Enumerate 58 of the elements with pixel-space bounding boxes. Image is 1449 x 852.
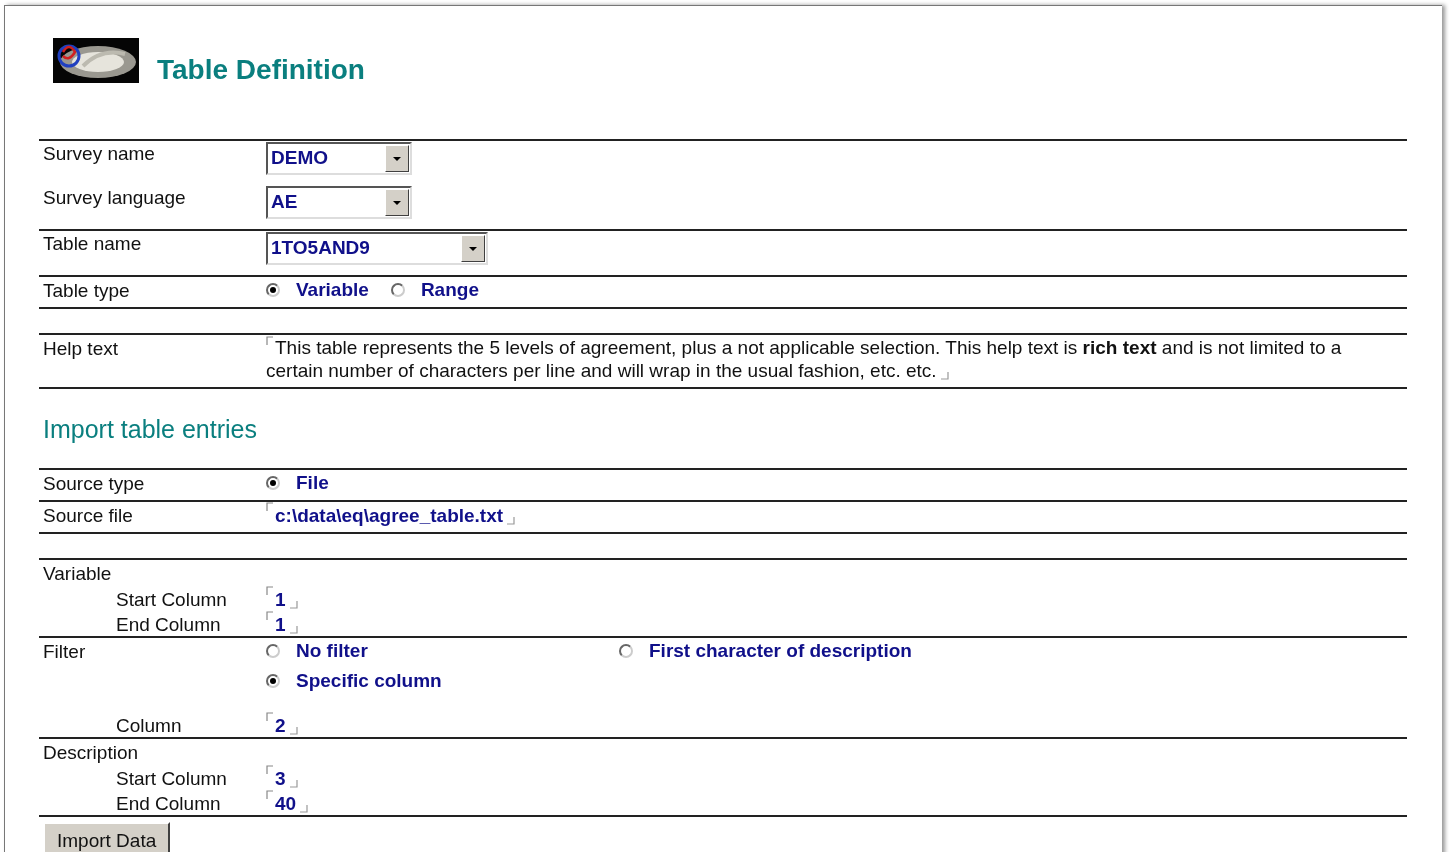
caret-icon [393,200,401,205]
field-end-icon [289,601,298,609]
radio-option[interactable]: Range [390,279,479,301]
field-start-icon [266,790,273,799]
field-label: Description [42,741,140,764]
radio-option[interactable]: Variable [266,279,369,301]
field-start-icon [266,502,273,511]
page-title: Table Definition [157,54,365,86]
help-text: This table represents the 5 levels of agreement, plus a not applicable selection. This help text is rich text and is not limited to a certain number of characters per line and will wrap in the usual fashion, etc. etc. [266,335,1343,383]
radio-button[interactable] [619,644,633,658]
field-value[interactable]: c:\data\eq\agree_table.txt [275,502,504,527]
field-start-icon [266,336,273,345]
section-heading: Import table entries [43,415,258,444]
field-label: End Column [115,792,222,815]
field-end-icon [289,626,298,634]
caret-icon [393,156,401,161]
radio-option[interactable]: No filter [266,640,619,662]
field-value[interactable]: 40 [275,790,297,815]
radio-button[interactable] [266,476,280,490]
field-label: Survey language [42,186,187,209]
field-label: Variable [42,562,113,585]
radio-option[interactable]: First character of description [619,640,1407,662]
field-label: Table name [42,232,143,255]
import-data-button[interactable]: Import Data [43,822,171,852]
field-start-icon [266,712,273,721]
field-end-icon [507,517,516,525]
field-value[interactable]: 1 [275,611,286,636]
radio-button[interactable] [266,644,280,658]
dropdown[interactable]: DEMO [266,142,412,175]
radio-option[interactable]: Specific column [266,670,619,692]
field-label: End Column [115,613,222,636]
field-value[interactable]: 3 [275,765,286,790]
logo-icon [53,38,139,83]
field-end-icon [940,372,949,380]
field-label: Filter [42,640,87,663]
field-end-icon [289,780,298,788]
caret-icon [469,246,477,251]
field-label: Help text [42,337,119,360]
radio-button[interactable] [266,674,280,688]
field-start-icon [266,586,273,595]
field-label: Start Column [115,767,228,790]
field-label: Start Column [115,588,228,611]
field-label: Column [115,714,183,737]
field-label: Survey name [42,142,156,165]
radio-button[interactable] [266,283,280,297]
field-start-icon [266,765,273,774]
field-label: Table type [42,279,131,302]
field-value[interactable]: 1 [275,586,286,611]
field-end-icon [289,727,298,735]
field-end-icon [300,805,309,813]
field-label: Source file [42,504,134,527]
field-value[interactable]: 2 [275,712,286,737]
field-start-icon [266,611,273,620]
dropdown[interactable]: AE [266,186,412,219]
dropdown[interactable]: 1TO5AND9 [266,232,488,265]
field-label: Source type [42,472,146,495]
radio-option[interactable]: File [266,472,329,494]
radio-button[interactable] [390,283,405,297]
